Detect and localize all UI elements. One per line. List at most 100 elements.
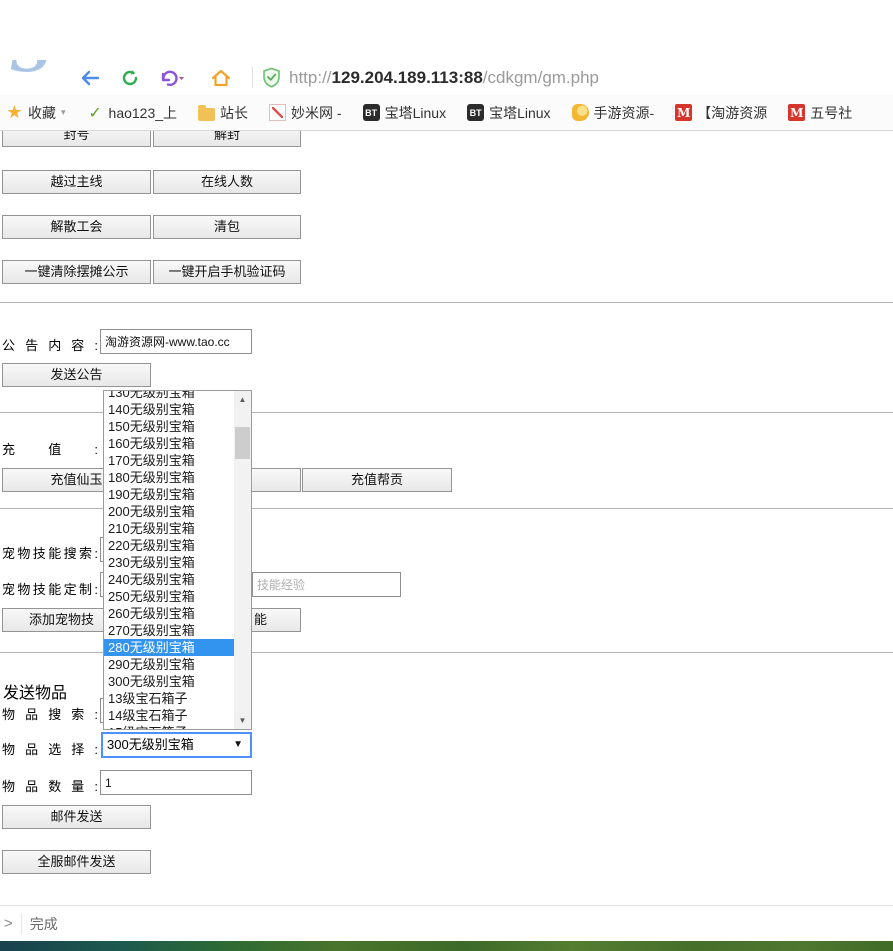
- url-text: http://129.204.189.113:88/cdkgm/gm.php: [289, 68, 599, 88]
- bookmark-item[interactable]: BT 宝塔Linux: [363, 103, 446, 123]
- dropdown-scrollbar[interactable]: ▲ ▼: [234, 391, 251, 729]
- dropdown-option[interactable]: 180无级别宝箱: [104, 469, 234, 486]
- hand-icon: [572, 104, 589, 121]
- status-bar: > 完成: [0, 905, 893, 941]
- dropdown-option[interactable]: 15级宝石箱子: [104, 724, 234, 730]
- bt-icon: BT: [467, 104, 484, 121]
- chevron-down-icon: ▾: [61, 107, 66, 118]
- bookmark-label: 宝塔Linux: [489, 103, 550, 123]
- announce-label: 公告内容:: [2, 335, 98, 354]
- item-qty-label: 物品数量:: [2, 776, 98, 795]
- url-scheme: http://: [289, 68, 332, 87]
- chart-icon: [269, 104, 286, 121]
- bookmark-label: hao123_上: [109, 103, 178, 123]
- dropdown-option[interactable]: 13级宝石箱子: [104, 690, 234, 707]
- dropdown-option[interactable]: 200无级别宝箱: [104, 503, 234, 520]
- scrollbar-thumb[interactable]: [235, 427, 250, 459]
- dropdown-option[interactable]: 240无级别宝箱: [104, 571, 234, 588]
- bookmark-item[interactable]: BT 宝塔Linux: [467, 103, 550, 123]
- gm-page: 封号 解封 越过主线 在线人数 解散工会 清包 一键清除摆摊公示 一键开启手机验…: [0, 0, 893, 905]
- undo-icon[interactable]: [155, 60, 189, 95]
- scroll-up-icon[interactable]: ▲: [234, 391, 251, 408]
- recharge-label: 充值:: [2, 439, 98, 458]
- folder-icon: [198, 108, 215, 121]
- skip-mainline-button[interactable]: 越过主线: [2, 170, 151, 194]
- clear-stall-button[interactable]: 一键清除摆摊公示: [2, 260, 151, 284]
- clear-bag-button[interactable]: 清包: [153, 215, 301, 239]
- online-count-button[interactable]: 在线人数: [153, 170, 301, 194]
- navigation-toolbar: http://129.204.189.113:88/cdkgm/gm.php: [0, 60, 893, 95]
- chevron-down-icon: ▼: [233, 734, 243, 756]
- bookmark-label: 妙米网 -: [291, 103, 342, 123]
- home-icon[interactable]: [206, 60, 236, 95]
- item-dropdown-list: 130无级别宝箱140无级别宝箱150无级别宝箱160无级别宝箱170无级别宝箱…: [104, 390, 234, 730]
- m-icon: [788, 104, 805, 121]
- dropdown-option[interactable]: 220无级别宝箱: [104, 537, 234, 554]
- bookmark-item[interactable]: 【淘游资源: [675, 103, 767, 123]
- item-select-value: 300无级别宝箱: [107, 737, 194, 752]
- refresh-icon[interactable]: [116, 60, 144, 95]
- recharge-banggong-button[interactable]: 充值帮贡: [302, 468, 452, 492]
- mail-send-all-button[interactable]: 全服邮件发送: [2, 850, 151, 874]
- url-path: /cdkgm/gm.php: [483, 68, 599, 87]
- bookmark-item[interactable]: 五号社: [788, 103, 852, 123]
- bookmark-item[interactable]: 手游资源-: [572, 103, 655, 123]
- bookmark-label: 手游资源-: [594, 103, 655, 123]
- bookmark-label: 宝塔Linux: [385, 103, 446, 123]
- item-dropdown: 130无级别宝箱140无级别宝箱150无级别宝箱160无级别宝箱170无级别宝箱…: [103, 390, 252, 730]
- bookmark-label: 收藏: [28, 103, 56, 123]
- bookmark-item[interactable]: 站长: [198, 103, 248, 123]
- dropdown-option[interactable]: 150无级别宝箱: [104, 418, 234, 435]
- enable-phone-verify-button[interactable]: 一键开启手机验证码: [153, 260, 301, 284]
- bookmark-item[interactable]: 妙米网 -: [269, 103, 342, 123]
- dropdown-option[interactable]: 14级宝石箱子: [104, 707, 234, 724]
- bt-icon: BT: [363, 104, 380, 121]
- pet-skill-exp-input[interactable]: [252, 572, 401, 597]
- announce-input[interactable]: [100, 329, 252, 354]
- sogou-logo: S: [2, 16, 60, 92]
- address-bar[interactable]: http://129.204.189.113:88/cdkgm/gm.php: [262, 60, 599, 95]
- status-text: 完成: [22, 914, 58, 934]
- pet-skill-custom-label: 宠物技能定制:: [2, 579, 98, 598]
- dropdown-option[interactable]: 230无级别宝箱: [104, 554, 234, 571]
- send-announce-button[interactable]: 发送公告: [2, 363, 151, 387]
- star-icon: [6, 104, 23, 121]
- desktop-wallpaper-strip: [0, 941, 893, 951]
- dropdown-option[interactable]: 280无级别宝箱: [104, 639, 234, 656]
- pet-skill-search-label: 宠物技能搜索:: [2, 543, 98, 562]
- dropdown-option[interactable]: 300无级别宝箱: [104, 673, 234, 690]
- back-icon[interactable]: [76, 60, 104, 95]
- dropdown-option[interactable]: 190无级别宝箱: [104, 486, 234, 503]
- bookmark-label: 【淘游资源: [697, 103, 767, 123]
- dropdown-option[interactable]: 140无级别宝箱: [104, 401, 234, 418]
- bookmarks-bar: 收藏 ▾ hao123_上 站长 妙米网 - BT 宝塔Linux BT 宝塔Linux 手游资源…: [0, 95, 893, 131]
- browser-window: 封号 解封 越过主线 在线人数 解散工会 清包 一键清除摆摊公示 一键开启手机验…: [0, 0, 893, 951]
- item-qty-input[interactable]: [100, 770, 252, 795]
- item-select-label: 物品选择:: [2, 739, 98, 758]
- send-item-heading: 发送物品: [3, 679, 67, 703]
- scroll-down-icon[interactable]: ▼: [234, 712, 251, 729]
- bookmark-item[interactable]: hao123_上: [87, 103, 178, 123]
- hao123-icon: [87, 104, 104, 121]
- dropdown-option[interactable]: 130无级别宝箱: [104, 390, 234, 401]
- disband-guild-button[interactable]: 解散工会: [2, 215, 151, 239]
- security-shield-icon: [262, 67, 281, 88]
- chevron-right-icon: >: [0, 914, 22, 934]
- mail-send-button[interactable]: 邮件发送: [2, 805, 151, 829]
- toolbar-divider: [252, 67, 253, 88]
- bookmark-label: 站长: [220, 103, 248, 123]
- url-host: 129.204.189.113:88: [332, 68, 483, 87]
- item-search-label: 物品搜索:: [2, 704, 98, 723]
- dropdown-option[interactable]: 260无级别宝箱: [104, 605, 234, 622]
- dropdown-option[interactable]: 210无级别宝箱: [104, 520, 234, 537]
- dropdown-option[interactable]: 160无级别宝箱: [104, 435, 234, 452]
- divider: [0, 302, 893, 303]
- dropdown-option[interactable]: 170无级别宝箱: [104, 452, 234, 469]
- dropdown-option[interactable]: 270无级别宝箱: [104, 622, 234, 639]
- item-select[interactable]: 300无级别宝箱 ▼: [101, 732, 252, 758]
- dropdown-option[interactable]: 290无级别宝箱: [104, 656, 234, 673]
- bookmark-item[interactable]: 收藏 ▾: [6, 103, 66, 123]
- m-icon: [675, 104, 692, 121]
- dropdown-option[interactable]: 250无级别宝箱: [104, 588, 234, 605]
- bookmark-label: 五号社: [810, 103, 852, 123]
